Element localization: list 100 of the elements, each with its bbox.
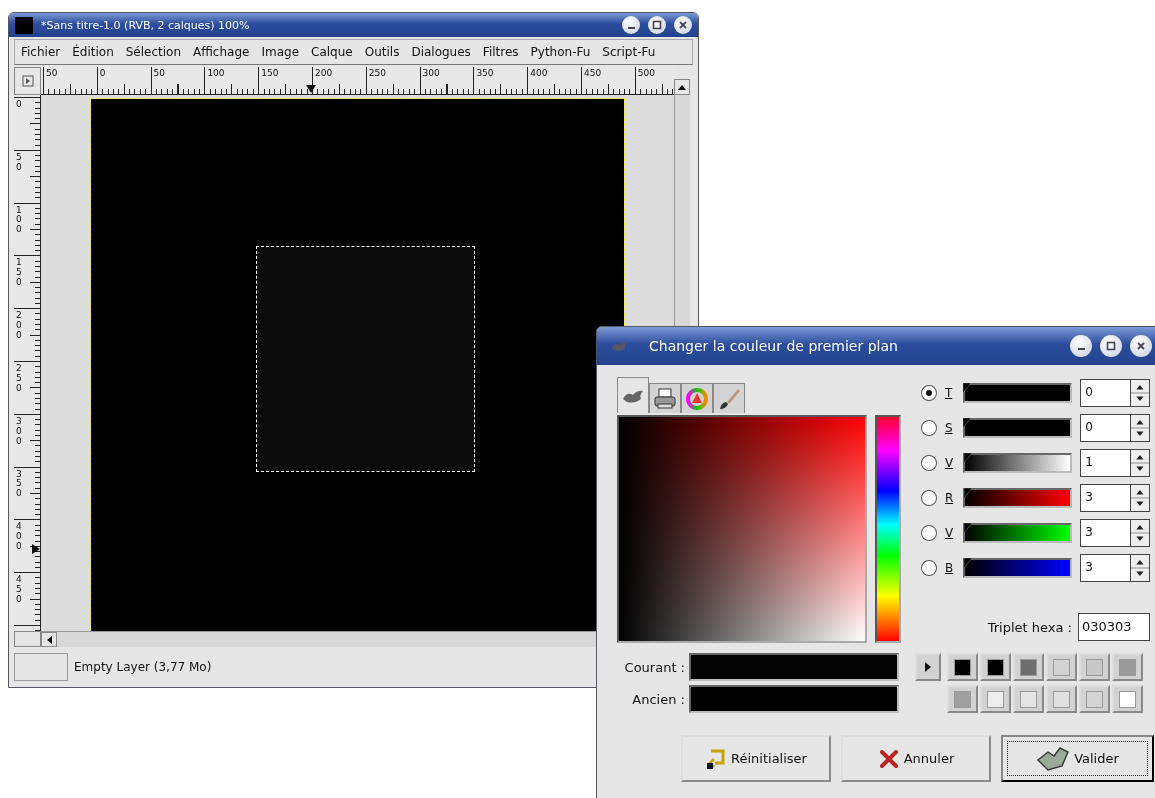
ruler-label: 250 <box>16 364 25 394</box>
spin-arrows-icon[interactable] <box>1130 554 1150 582</box>
menu-item[interactable]: Sélection <box>121 45 190 59</box>
number-field[interactable]: 0 <box>1080 414 1131 442</box>
radio-button[interactable] <box>921 385 937 401</box>
menu-item[interactable]: Outils <box>360 45 408 59</box>
image-canvas[interactable] <box>91 99 624 631</box>
channel-label: V <box>944 526 955 540</box>
history-swatch[interactable] <box>1046 685 1077 713</box>
scroll-left-button[interactable] <box>41 632 57 647</box>
menu-item[interactable]: Image <box>257 45 308 59</box>
channel-label: B <box>944 561 955 575</box>
history-button[interactable] <box>915 653 941 681</box>
dialog-button[interactable]: Annuler <box>841 735 991 782</box>
color-slider[interactable] <box>962 488 1073 508</box>
history-swatch[interactable] <box>1046 653 1077 681</box>
ruler-label: 450 <box>584 69 602 78</box>
minimize-button[interactable] <box>1070 335 1092 357</box>
slider-handle[interactable] <box>963 453 972 463</box>
ruler-label: 150 <box>261 69 279 78</box>
close-button[interactable] <box>1130 335 1152 357</box>
cancel-icon <box>877 747 900 770</box>
number-field[interactable]: 0 <box>1080 379 1131 407</box>
history-swatch[interactable] <box>1079 653 1110 681</box>
menu-item[interactable]: Dialogues <box>407 45 479 59</box>
radio-button[interactable] <box>921 525 937 541</box>
ruler-label: 50 <box>46 69 58 78</box>
spin-arrows-icon[interactable] <box>1130 414 1150 442</box>
number-field[interactable]: 3 <box>1080 554 1131 582</box>
status-cell <box>14 653 68 681</box>
history-swatch[interactable] <box>1013 653 1044 681</box>
brush-icon <box>717 386 741 411</box>
menu-item[interactable]: Édition <box>68 45 122 59</box>
selector-tab[interactable] <box>617 377 649 413</box>
menu-item[interactable]: Affichage <box>189 45 258 59</box>
history-swatch[interactable] <box>1112 685 1143 713</box>
dialog-button[interactable]: Valider <box>1001 735 1154 782</box>
channel-label: V <box>944 456 955 470</box>
radio-button[interactable] <box>921 560 937 576</box>
history-swatch[interactable] <box>947 685 978 713</box>
channel-label: T <box>944 386 954 400</box>
color-area[interactable] <box>617 415 867 643</box>
slider-handle[interactable] <box>964 558 973 568</box>
selector-tab[interactable] <box>649 383 681 413</box>
number-field[interactable]: 3 <box>1080 484 1131 512</box>
menu-item[interactable]: Calque <box>307 45 361 59</box>
selector-tab[interactable] <box>713 383 745 413</box>
spin-arrows-icon[interactable] <box>1130 449 1150 477</box>
color-slider[interactable] <box>962 558 1073 578</box>
printer-icon <box>653 386 677 411</box>
number-field[interactable]: 3 <box>1080 519 1131 547</box>
ruler-label: 500 <box>637 69 655 78</box>
ruler-label: 250 <box>368 69 386 78</box>
color-slider[interactable] <box>962 453 1073 473</box>
hue-strip[interactable] <box>875 415 901 643</box>
maximize-button[interactable] <box>648 16 666 34</box>
color-slider[interactable] <box>962 523 1073 543</box>
slider-handle[interactable] <box>962 418 971 428</box>
maximize-button[interactable] <box>1100 335 1122 357</box>
history-swatch[interactable] <box>980 653 1011 681</box>
menu-item[interactable]: Python-Fu <box>526 45 599 59</box>
undo-icon <box>705 747 728 770</box>
channel-label: R <box>944 491 955 505</box>
ruler-label: 350 <box>476 69 494 78</box>
pointer-marker-icon <box>32 544 40 554</box>
menu-item[interactable]: Filtres <box>478 45 527 59</box>
close-icon <box>677 19 689 31</box>
slider-handle[interactable] <box>964 523 973 533</box>
hex-label: Triplet hexa : <box>987 619 1072 635</box>
menu-item[interactable]: Script-Fu <box>598 45 664 59</box>
minimize-button[interactable] <box>622 16 640 34</box>
navigate-button[interactable] <box>14 67 41 95</box>
ruler-label: 0 <box>99 69 106 78</box>
ruler-label: 100 <box>207 69 225 78</box>
color-slider[interactable] <box>962 418 1073 438</box>
hex-field[interactable]: 030303 <box>1078 613 1150 641</box>
spin-arrows-icon[interactable] <box>1130 379 1150 407</box>
number-field[interactable]: 1 <box>1080 449 1131 477</box>
history-swatch[interactable] <box>1112 653 1143 681</box>
radio-button[interactable] <box>921 455 937 471</box>
history-swatch[interactable] <box>1079 685 1110 713</box>
history-swatch[interactable] <box>980 685 1011 713</box>
slider-handle[interactable] <box>962 383 971 393</box>
spin-arrows-icon[interactable] <box>1130 484 1150 512</box>
menu-item[interactable]: Fichier <box>17 45 69 59</box>
history-swatch[interactable] <box>947 653 978 681</box>
history-swatch[interactable] <box>1013 685 1044 713</box>
ruler-label: 0 <box>16 100 25 110</box>
dialog-button[interactable]: Réinitialiser <box>681 735 831 782</box>
close-button[interactable] <box>674 16 692 34</box>
minimize-icon <box>627 27 635 29</box>
old-label: Ancien : <box>631 691 686 707</box>
radio-button[interactable] <box>921 490 937 506</box>
spin-arrows-icon[interactable] <box>1130 519 1150 547</box>
color-slider[interactable] <box>962 383 1073 403</box>
slider-handle[interactable] <box>964 488 973 498</box>
color-wheel-icon <box>685 386 709 411</box>
radio-button[interactable] <box>921 420 937 436</box>
scroll-up-button[interactable] <box>674 79 690 95</box>
ruler-label: 400 <box>530 69 548 78</box>
